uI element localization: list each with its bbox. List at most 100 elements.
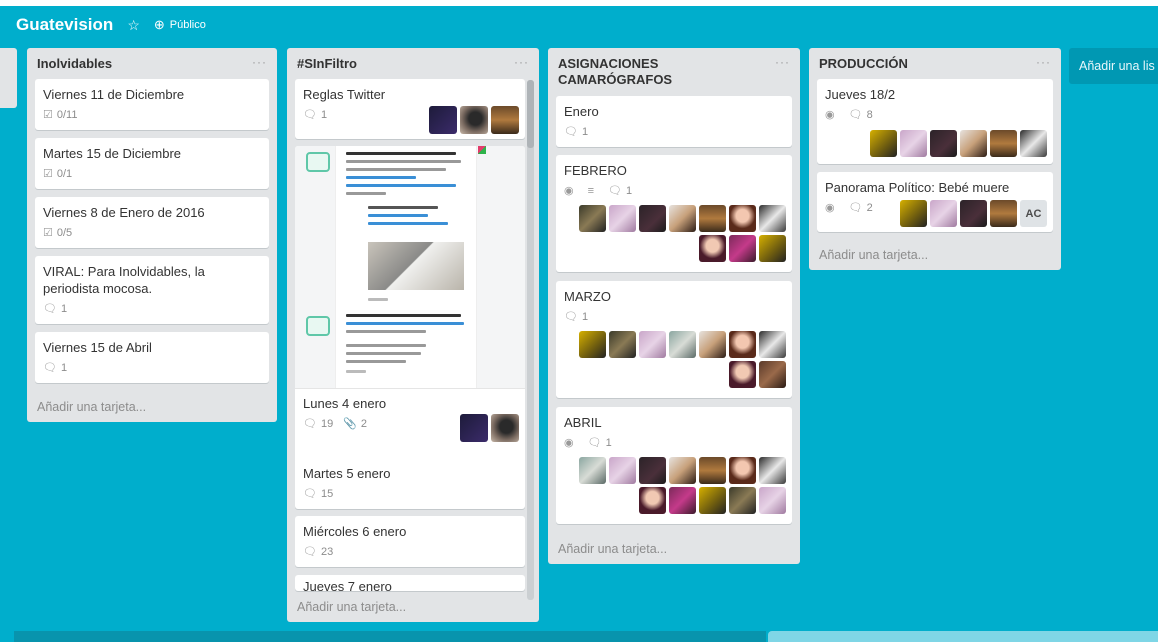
list-title[interactable]: Inolvidables <box>27 48 277 78</box>
card-jueves-7-enero[interactable]: Jueves 7 enero <box>295 575 525 591</box>
member-avatar[interactable] <box>669 331 696 358</box>
member-avatar[interactable] <box>729 235 756 262</box>
member-avatar[interactable] <box>699 487 726 514</box>
member-avatar[interactable] <box>579 331 606 358</box>
comment-count: 1 <box>320 108 328 121</box>
card-marzo[interactable]: MARZO 🗨 1 <box>556 281 792 398</box>
board-title[interactable]: Guatevision <box>16 15 113 35</box>
member-avatar[interactable] <box>639 205 666 232</box>
checklist-icon: ☑ <box>43 168 53 180</box>
member-avatar[interactable] <box>960 130 987 157</box>
card-martes-5-enero[interactable]: Martes 5 enero 🗨 15 <box>295 458 525 509</box>
card-reglas-twitter[interactable]: Reglas Twitter 🗨 1 <box>295 79 525 139</box>
card-febrero[interactable]: FEBRERO ◉ ≡ 🗨 1 <box>556 155 792 272</box>
watch-badge: ◉ <box>564 436 578 449</box>
member-avatar[interactable] <box>669 487 696 514</box>
list-menu-icon[interactable]: ··· <box>514 55 529 69</box>
member-avatar[interactable] <box>900 130 927 157</box>
member-avatar[interactable] <box>759 487 786 514</box>
member-avatar[interactable] <box>579 205 606 232</box>
member-avatar[interactable] <box>579 457 606 484</box>
member-avatar[interactable] <box>491 106 519 134</box>
comments-badge: 🗨 15 <box>303 487 333 501</box>
member-avatar[interactable] <box>609 331 636 358</box>
card-viernes-8-enero[interactable]: Viernes 8 de Enero de 2016 ☑ 0/5 <box>35 197 269 248</box>
card-members <box>562 457 786 514</box>
member-avatar[interactable] <box>699 457 726 484</box>
comment-count: 2 <box>866 201 873 214</box>
member-avatar[interactable] <box>729 205 756 232</box>
list-menu-icon[interactable]: ··· <box>1036 55 1051 69</box>
member-avatar[interactable] <box>870 130 897 157</box>
add-card-link[interactable]: Añadir una tarjeta... <box>558 542 667 556</box>
member-avatar[interactable] <box>669 457 696 484</box>
list-title[interactable]: #SInFiltro <box>287 48 539 78</box>
add-card-link[interactable]: Añadir una tarjeta... <box>297 600 406 614</box>
comments-badge: 🗨 1 <box>588 436 612 450</box>
member-avatar[interactable] <box>1020 130 1047 157</box>
member-avatar[interactable] <box>639 487 666 514</box>
member-avatar[interactable] <box>669 205 696 232</box>
comment-icon: 🗨 <box>564 311 578 323</box>
comments-badge: 🗨 23 <box>303 545 333 559</box>
comment-count: 1 <box>581 310 589 323</box>
visibility-button[interactable]: ⊕ Público <box>154 17 206 33</box>
member-avatar[interactable] <box>900 200 927 227</box>
board-horizontal-scrollbar[interactable] <box>14 631 766 642</box>
card-members <box>562 331 786 388</box>
card-miercoles-6-enero[interactable]: Miércoles 6 enero 🗨 23 <box>295 516 525 567</box>
comment-icon: 🗨 <box>303 109 317 121</box>
member-avatar[interactable] <box>759 457 786 484</box>
list-menu-icon[interactable]: ··· <box>775 55 790 69</box>
card-viernes-15-abril[interactable]: Viernes 15 de Abril 🗨 1 <box>35 332 269 383</box>
member-avatar[interactable] <box>699 235 726 262</box>
add-card-link[interactable]: Añadir una tarjeta... <box>819 248 928 262</box>
member-avatar[interactable] <box>729 487 756 514</box>
card-enero[interactable]: Enero 🗨 1 <box>556 96 792 147</box>
member-initials-avatar[interactable]: AC <box>1020 200 1047 227</box>
member-avatar[interactable] <box>699 331 726 358</box>
member-avatar[interactable] <box>609 205 636 232</box>
checklist-count: 0/11 <box>56 108 78 121</box>
list-title[interactable]: PRODUCCIÓN <box>809 48 1061 78</box>
member-avatar[interactable] <box>960 200 987 227</box>
card-jueves-18-2[interactable]: Jueves 18/2 ◉ 🗨 8 <box>817 79 1053 164</box>
list-title[interactable]: ASIGNACIONES CAMARÓGRAFOS <box>548 48 800 94</box>
comment-icon: 🗨 <box>43 303 57 315</box>
member-avatar[interactable] <box>759 361 786 388</box>
member-avatar[interactable] <box>429 106 457 134</box>
card-title: Jueves 7 enero <box>303 579 392 591</box>
member-avatar[interactable] <box>759 235 786 262</box>
member-avatar[interactable] <box>729 331 756 358</box>
member-avatar[interactable] <box>460 106 488 134</box>
list-scrollbar[interactable] <box>527 80 534 600</box>
card-title: ABRIL <box>564 415 602 430</box>
member-avatar[interactable] <box>639 331 666 358</box>
member-avatar[interactable] <box>759 331 786 358</box>
member-avatar[interactable] <box>729 361 756 388</box>
card-viernes-11-diciembre[interactable]: Viernes 11 de Diciembre ☑ 0/11 <box>35 79 269 130</box>
collapsed-list-stub[interactable] <box>0 48 17 108</box>
member-avatar[interactable] <box>460 414 488 442</box>
member-avatar[interactable] <box>990 130 1017 157</box>
member-avatar[interactable] <box>990 200 1017 227</box>
member-avatar[interactable] <box>699 205 726 232</box>
card-panorama-politico[interactable]: Panorama Político: Bebé muere ◉ 🗨 2 AC <box>817 172 1053 232</box>
add-card-link[interactable]: Añadir una tarjeta... <box>37 400 146 414</box>
add-list-button[interactable]: Añadir una lis <box>1069 48 1158 84</box>
member-avatar[interactable] <box>609 457 636 484</box>
member-avatar[interactable] <box>491 414 519 442</box>
card-viral-periodista[interactable]: VIRAL: Para Inolvidables, la periodista … <box>35 256 269 324</box>
card-abril[interactable]: ABRIL ◉ 🗨 1 <box>556 407 792 524</box>
member-avatar[interactable] <box>930 200 957 227</box>
member-avatar[interactable] <box>729 457 756 484</box>
member-avatar[interactable] <box>639 457 666 484</box>
checklist-badge: ☑ 0/1 <box>43 167 72 181</box>
member-avatar[interactable] <box>759 205 786 232</box>
star-icon[interactable]: ☆ <box>127 17 140 34</box>
card-martes-15-diciembre[interactable]: Martes 15 de Diciembre ☑ 0/1 <box>35 138 269 189</box>
scroll-thumb[interactable] <box>527 80 534 148</box>
member-avatar[interactable] <box>930 130 957 157</box>
card-tweet-screenshot[interactable]: Lunes 4 enero 🗨 19 📎 2 <box>295 146 525 502</box>
list-menu-icon[interactable]: ··· <box>252 55 267 69</box>
